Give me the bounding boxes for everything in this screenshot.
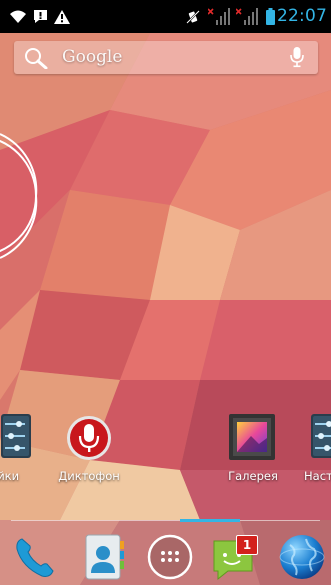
search-icon[interactable] [24,47,48,73]
vibrate-mute-icon [184,0,202,33]
settings-icon [311,414,331,458]
status-bar: 22:07 [0,0,331,33]
phone-icon [16,538,54,577]
dock-browser[interactable] [278,533,326,581]
wifi-icon [10,0,26,33]
dock-app-drawer[interactable] [146,533,194,581]
google-search-bar[interactable]: Google [14,41,318,74]
wallpaper [0,0,331,585]
dock-messaging[interactable]: 1 [212,533,260,581]
app-drawer-icon [147,534,193,580]
voice-recorder-icon [67,416,111,460]
app-label: Наст [304,469,331,483]
unread-badge: 1 [236,535,258,555]
page-indicator [180,519,240,522]
app-label: Диктофон [58,469,120,483]
signal-2-icon [236,0,258,33]
app-label: ройки [0,469,20,483]
mic-icon[interactable] [290,46,304,72]
dock-contacts[interactable] [80,533,128,581]
android-home-screen: 22:07 Google ройки [0,0,331,585]
notification-icon [32,0,48,33]
settings-icon [1,414,31,458]
app-label: Галерея [228,469,278,483]
warning-icon [54,0,70,33]
dock-divider [11,520,320,521]
clock-time: 22:07 [277,6,327,26]
battery-icon [265,0,275,33]
signal-1-icon [208,0,230,33]
dock-phone[interactable] [12,533,60,581]
search-label: Google [62,47,123,67]
globe-icon [279,535,325,579]
contacts-icon [85,534,124,580]
clock-widget-edge[interactable] [0,126,40,266]
gallery-icon [229,414,275,460]
